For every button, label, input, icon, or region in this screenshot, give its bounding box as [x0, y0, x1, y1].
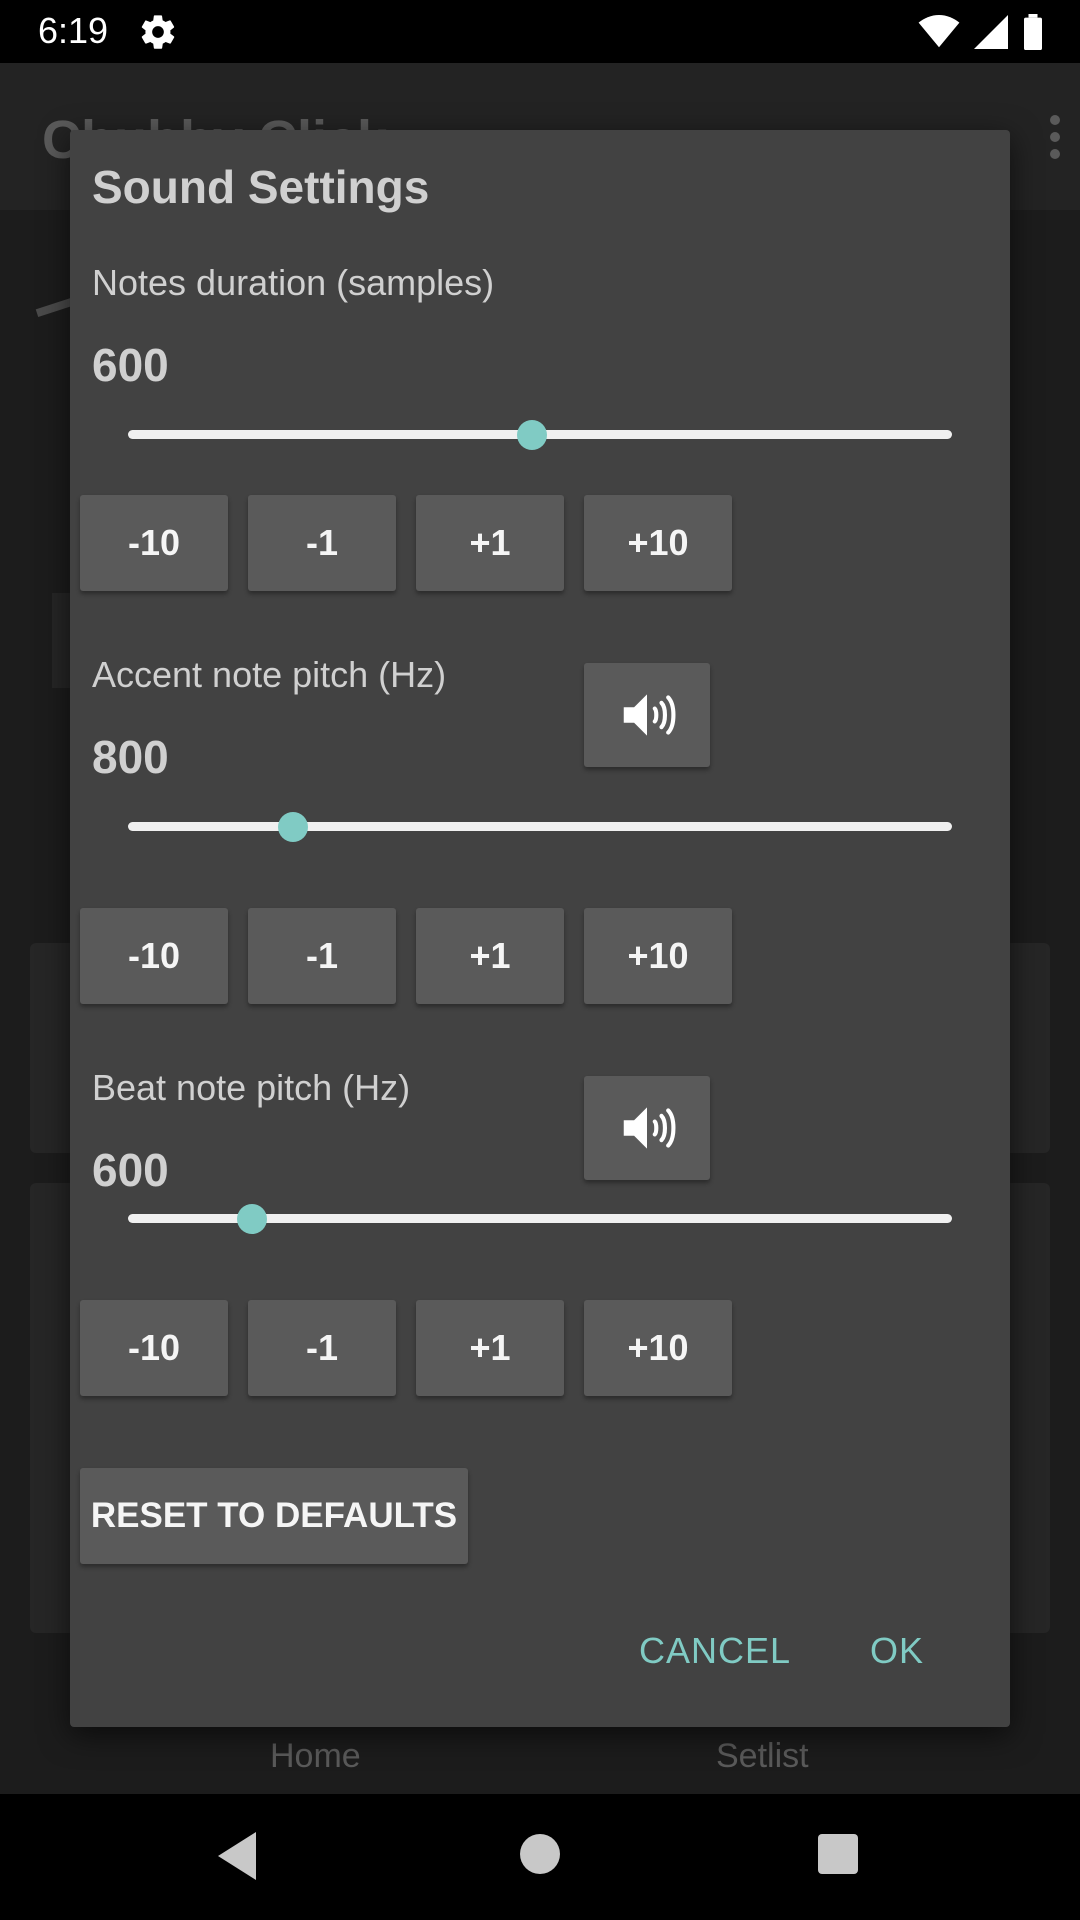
sound-settings-dialog: Sound Settings Notes duration (samples) …: [70, 130, 1010, 1727]
speaker-icon: [623, 1107, 676, 1149]
beat-pitch-plus-1-button[interactable]: +1: [416, 1300, 564, 1396]
accent-pitch-label: Accent note pitch (Hz): [92, 654, 447, 695]
accent-pitch-minus-1-button[interactable]: -1: [248, 908, 396, 1004]
settings-gear-icon: [141, 15, 175, 49]
status-time: 6:19: [38, 10, 109, 51]
tab-home: Home: [270, 1737, 361, 1775]
beat-pitch-minus-10-button[interactable]: -10: [80, 1300, 228, 1396]
home-icon[interactable]: [520, 1834, 560, 1874]
tab-setlist: Setlist: [716, 1737, 809, 1775]
beat-pitch-play-button[interactable]: [584, 1076, 710, 1180]
slider-track: [128, 822, 952, 831]
bottom-navigation: Home Setlist: [0, 1723, 1080, 1794]
cellular-signal-icon: [974, 15, 1008, 49]
accent-pitch-minus-10-button[interactable]: -10: [80, 908, 228, 1004]
notes-duration-plus-1-button[interactable]: +1: [416, 495, 564, 591]
notes-duration-value: 600: [92, 339, 169, 391]
system-navigation-bar: [0, 1794, 1080, 1920]
accent-pitch-plus-10-button[interactable]: +10: [584, 908, 732, 1004]
back-icon[interactable]: [218, 1832, 256, 1880]
accent-pitch-play-button[interactable]: [584, 663, 710, 767]
beat-pitch-minus-1-button[interactable]: -1: [248, 1300, 396, 1396]
beat-pitch-value: 600: [92, 1144, 169, 1196]
beat-pitch-slider[interactable]: [128, 1198, 952, 1238]
wifi-icon: [918, 15, 960, 48]
speaker-icon: [623, 694, 676, 736]
cancel-button[interactable]: CANCEL: [639, 1630, 791, 1672]
beat-pitch-steppers: -10 -1 +1 +10: [80, 1300, 732, 1396]
beat-pitch-plus-10-button[interactable]: +10: [584, 1300, 732, 1396]
notes-duration-slider[interactable]: [128, 414, 952, 454]
notes-duration-steppers: -10 -1 +1 +10: [80, 495, 732, 591]
ok-button[interactable]: OK: [870, 1630, 924, 1672]
beat-pitch-label: Beat note pitch (Hz): [92, 1067, 411, 1108]
recents-icon[interactable]: [818, 1834, 858, 1874]
status-bar: 6:19: [0, 0, 1080, 63]
reset-to-defaults-button[interactable]: RESET TO DEFAULTS: [80, 1468, 468, 1564]
battery-icon: [1024, 14, 1042, 50]
notes-duration-plus-10-button[interactable]: +10: [584, 495, 732, 591]
notes-duration-minus-10-button[interactable]: -10: [80, 495, 228, 591]
accent-pitch-plus-1-button[interactable]: +1: [416, 908, 564, 1004]
slider-thumb[interactable]: [277, 812, 308, 842]
accent-pitch-steppers: -10 -1 +1 +10: [80, 908, 732, 1004]
accent-pitch-slider[interactable]: [128, 806, 952, 846]
overflow-menu-icon: [1050, 115, 1062, 159]
slider-thumb[interactable]: [516, 420, 547, 450]
dialog-title: Sound Settings: [92, 161, 430, 213]
accent-pitch-value: 800: [92, 731, 169, 783]
slider-thumb[interactable]: [236, 1204, 267, 1234]
notes-duration-minus-1-button[interactable]: -1: [248, 495, 396, 591]
notes-duration-label: Notes duration (samples): [92, 262, 495, 303]
